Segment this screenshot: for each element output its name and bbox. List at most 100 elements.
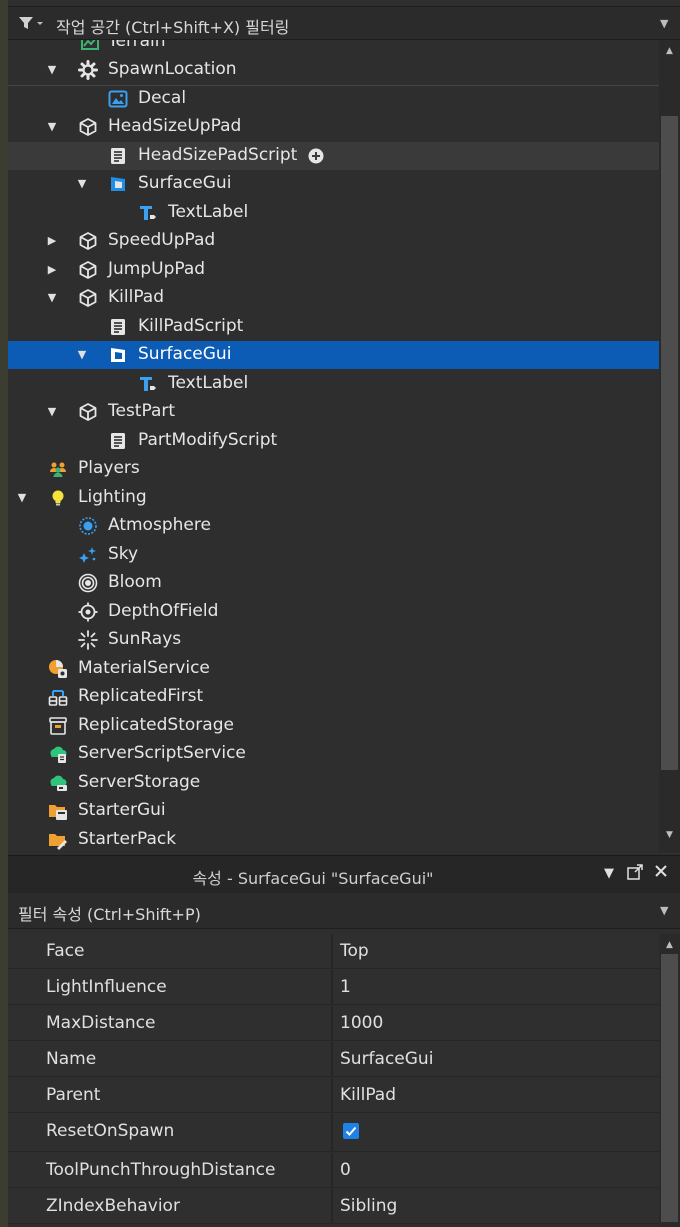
tree-item-label: ReplicatedFirst [78,686,204,706]
tree-item-materialservice[interactable]: MaterialService [8,655,659,683]
tree-item-textlabel[interactable]: TextLabel [8,370,659,398]
explorer-scrollbar[interactable]: ▲ ▼ [659,40,680,852]
bloom-icon [78,573,98,593]
properties-filter-input[interactable]: 필터 속성 (Ctrl+Shift+P) [18,901,201,925]
tree-item-testpart[interactable]: ▼ TestPart [8,398,659,426]
gear-icon [78,60,98,80]
column-divider[interactable] [331,934,333,969]
expand-arrow-icon[interactable]: ▼ [74,170,90,198]
tree-item-replicatedfirst[interactable]: ReplicatedFirst [8,683,659,711]
close-icon[interactable] [653,863,669,883]
tree-item-serverstorage[interactable]: ServerStorage [8,769,659,797]
property-value[interactable]: 1000 [340,1013,383,1033]
collapsed-arrow-icon[interactable]: ▶ [44,227,60,255]
tree-item-label: Atmosphere [108,515,211,535]
tree-item-sunrays[interactable]: SunRays [8,626,659,654]
expand-arrow-icon[interactable]: ▼ [44,284,60,312]
tree-item-label: TextLabel [168,373,249,393]
text-label-icon [138,203,158,223]
expand-arrow-icon[interactable]: ▼ [14,484,30,512]
tree-item-killpad[interactable]: ▼ KillPad [8,284,659,312]
tree-item-label: PartModifyScript [138,430,278,450]
column-divider[interactable] [331,1114,333,1152]
tree-item-sky[interactable]: Sky [8,541,659,569]
scroll-thumb[interactable] [661,954,678,1222]
property-value[interactable]: 0 [340,1160,351,1180]
tree-item-depthoffield[interactable]: DepthOfField [8,598,659,626]
expand-arrow-icon[interactable]: ▼ [44,113,60,141]
tree-item-replicatedstorage[interactable]: ReplicatedStorage [8,712,659,740]
column-divider[interactable] [331,1042,333,1077]
tree-item-startergui[interactable]: StarterGui [8,797,659,825]
filter-funnel-icon[interactable] [18,15,44,35]
property-row-name[interactable]: Name SurfaceGui [8,1042,659,1077]
tree-item-speeduppad[interactable]: ▶ SpeedUpPad [8,227,659,255]
explorer-filter-input[interactable]: 작업 공간 (Ctrl+Shift+X) 필터링 [56,14,289,38]
tree-item-headsizepadscript[interactable]: HeadSizePadScript [8,142,659,170]
property-row-toolpunchthroughdistance[interactable]: ToolPunchThroughDistance 0 [8,1153,659,1188]
tree-item-serverscriptservice[interactable]: ServerScriptService [8,740,659,768]
filter-dropdown-icon[interactable]: ▼ [660,17,668,30]
part-cube-icon [78,402,98,422]
property-row-maxdistance[interactable]: MaxDistance 1000 [8,1006,659,1041]
tree-item-textlabel[interactable]: TextLabel [8,199,659,227]
tree-item-starterpack[interactable]: StarterPack [8,826,659,852]
column-divider[interactable] [331,1006,333,1041]
chevron-down-icon[interactable]: ▼ [604,866,614,881]
tree-item-decal[interactable]: Decal [8,85,659,113]
tree-item-players[interactable]: Players [8,455,659,483]
scroll-down-icon[interactable]: ▼ [659,826,680,844]
tree-item-label: Bloom [108,572,162,592]
property-row-resetonspawn[interactable]: ResetOnSpawn [8,1114,659,1152]
collapsed-arrow-icon[interactable]: ▶ [44,256,60,284]
tree-item-label: DepthOfField [108,601,219,621]
expand-arrow-icon[interactable]: ▼ [74,341,90,369]
property-value[interactable]: SurfaceGui [340,1049,433,1069]
tree-item-terrain[interactable]: Terrain [8,40,659,56]
tree-item-jumpuppad[interactable]: ▶ JumpUpPad [8,256,659,284]
column-divider[interactable] [331,1078,333,1113]
scroll-up-icon[interactable]: ▲ [659,936,680,954]
column-divider[interactable] [331,1153,333,1188]
scroll-thumb[interactable] [661,116,678,770]
insert-object-plus-icon[interactable] [308,148,324,164]
property-row-face[interactable]: Face Top [8,934,659,969]
tree-item-partmodifyscript[interactable]: PartModifyScript [8,427,659,455]
property-row-lightinfluence[interactable]: LightInfluence 1 [8,970,659,1005]
tree-item-label: HeadSizePadScript [138,145,298,165]
property-value[interactable]: Top [340,941,369,961]
properties-scrollbar[interactable]: ▲ [659,934,680,1227]
replicated-storage-icon [48,716,68,736]
tree-item-surfacegui-selected[interactable]: ▼ SurfaceGui [8,341,659,369]
tree-item-bloom[interactable]: Bloom [8,569,659,597]
tree-item-surfacegui[interactable]: ▼ SurfaceGui [8,170,659,198]
tree-item-killpadscript[interactable]: KillPadScript [8,313,659,341]
tree-item-spawnlocation[interactable]: ▼ SpawnLocation [8,56,659,84]
tree-item-headsizeuppad[interactable]: ▼ HeadSizeUpPad [8,113,659,141]
filter-dropdown-icon[interactable]: ▼ [660,904,668,917]
property-value[interactable]: Sibling [340,1196,397,1216]
property-row-parent[interactable]: Parent KillPad [8,1078,659,1113]
property-row-zindexbehavior[interactable]: ZIndexBehavior Sibling [8,1189,659,1224]
column-divider[interactable] [331,970,333,1005]
property-name: ZIndexBehavior [46,1196,180,1216]
property-name: MaxDistance [46,1013,156,1033]
server-storage-icon [48,773,68,793]
tree-item-label: TestPart [108,401,176,421]
checkbox-checked[interactable] [343,1123,359,1139]
undock-icon[interactable] [626,863,644,885]
tree-item-atmosphere[interactable]: Atmosphere [8,512,659,540]
expand-arrow-icon[interactable]: ▼ [44,398,60,426]
scroll-up-icon[interactable]: ▲ [659,42,680,60]
text-label-icon [138,374,158,394]
property-value[interactable]: KillPad [340,1085,396,1105]
explorer-tree: Terrain ▼ SpawnLocation Decal ▼ HeadSize… [8,40,659,852]
left-edge-strip [0,0,8,1227]
explorer-filter-bar[interactable]: 작업 공간 (Ctrl+Shift+X) 필터링 ▼ [8,6,680,40]
properties-filter-bar[interactable]: 필터 속성 (Ctrl+Shift+P) ▼ [8,893,680,929]
property-value[interactable]: 1 [340,977,351,997]
expand-arrow-icon[interactable]: ▼ [44,56,60,84]
image-icon [108,89,128,109]
tree-item-lighting[interactable]: ▼ Lighting [8,484,659,512]
column-divider[interactable] [331,1189,333,1224]
